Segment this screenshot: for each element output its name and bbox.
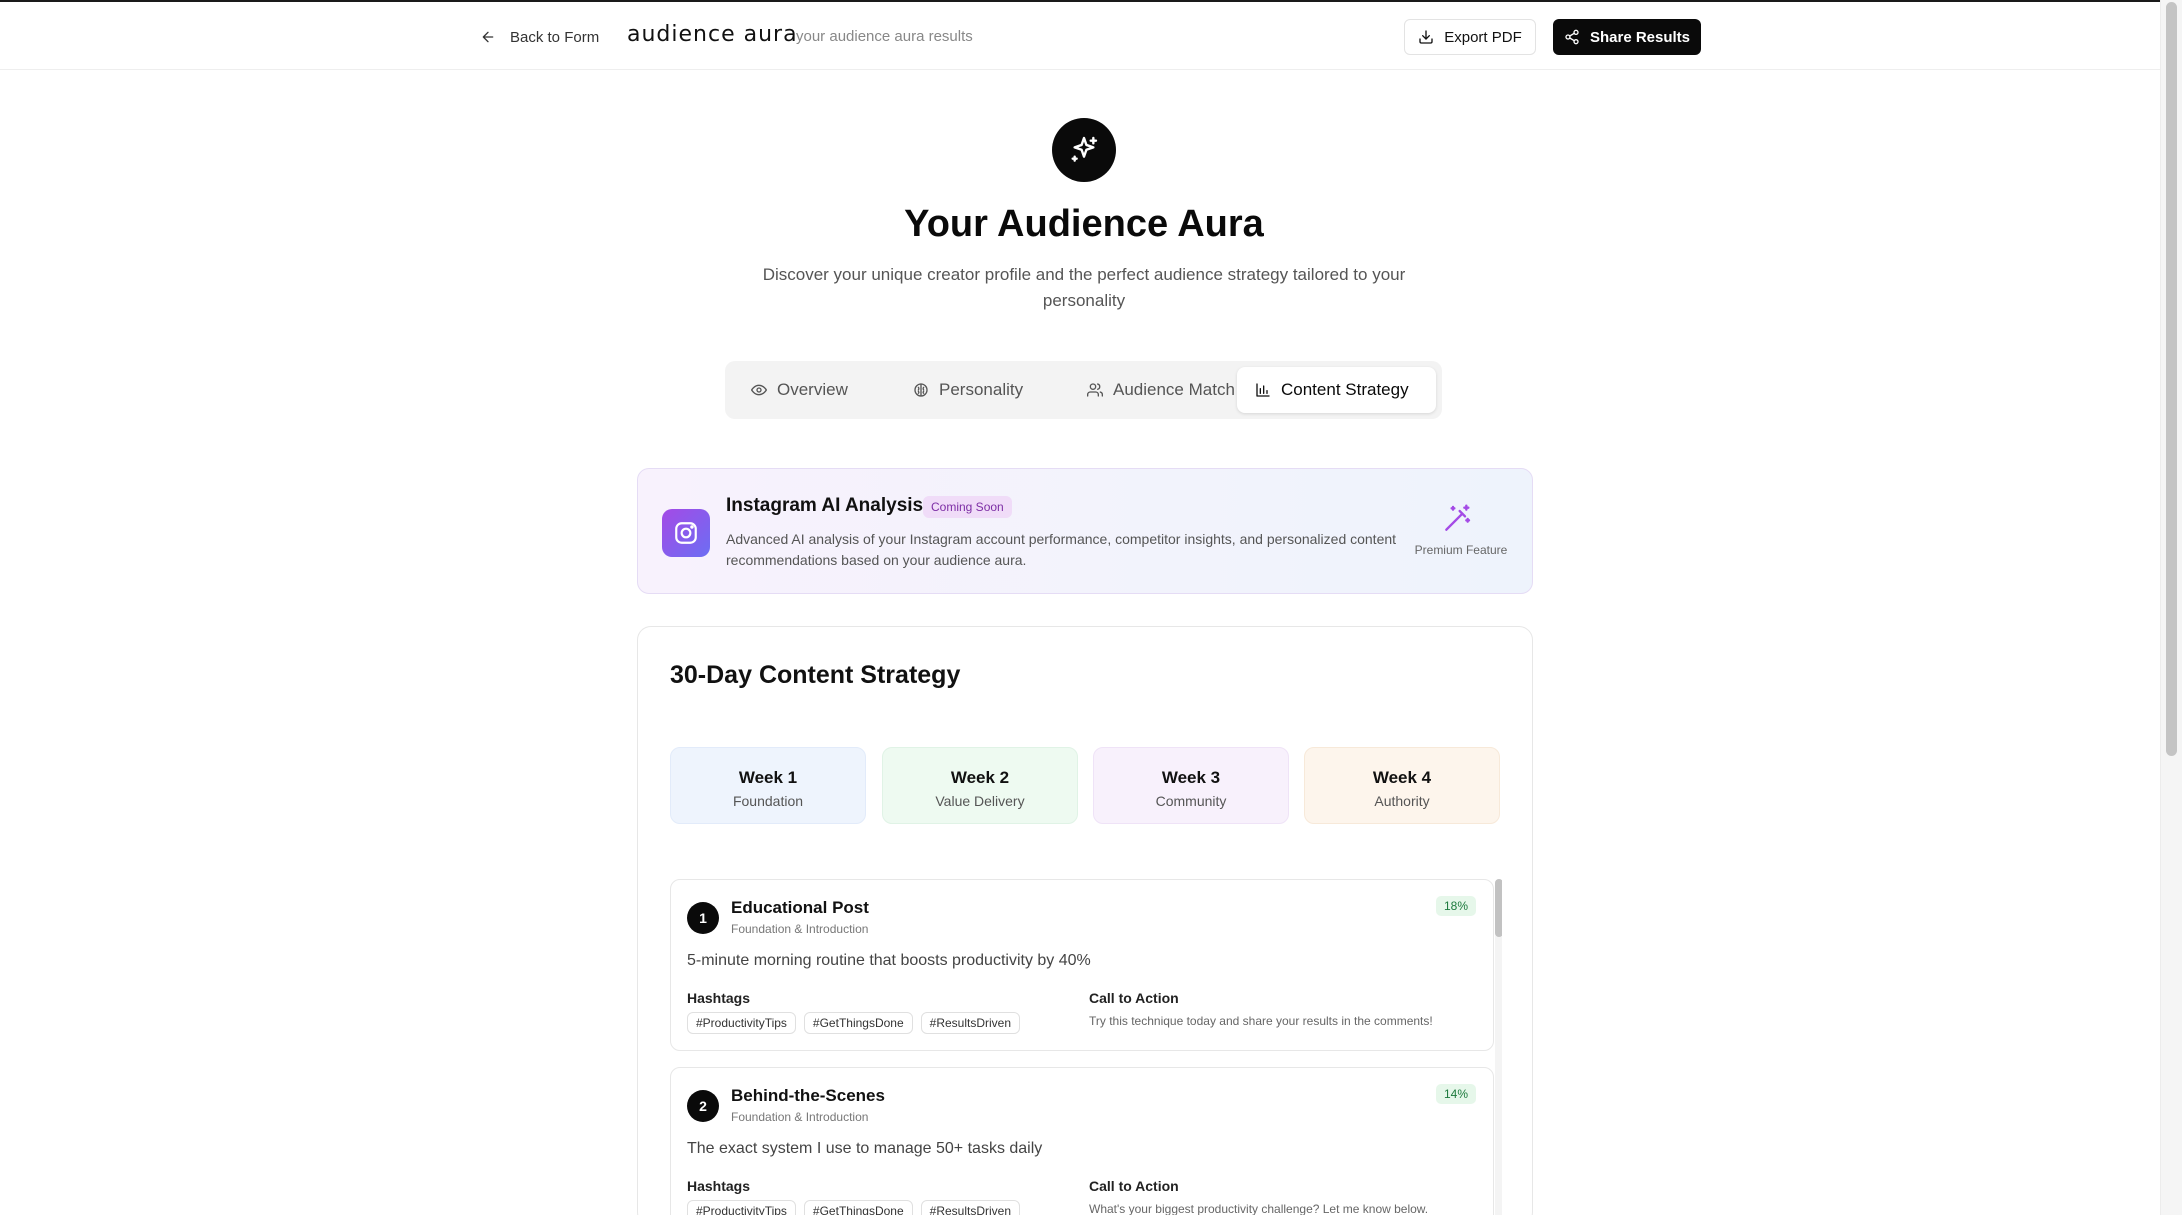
eye-icon (751, 384, 767, 396)
top-header: Back to Form audience aura your audience… (0, 2, 2160, 70)
instagram-card-title: Instagram AI Analysis (726, 495, 924, 516)
week-name: Week 3 (1161, 768, 1221, 787)
share-label: Share Results (1589, 28, 1691, 46)
week-theme: Foundation (732, 793, 804, 809)
post-list-scrollbar[interactable] (1495, 879, 1502, 1215)
cta-text: What's your biggest productivity challen… (1089, 1202, 1429, 1215)
post-phase: Foundation & Introduction (731, 922, 869, 936)
post-title: Educational Post (731, 898, 869, 917)
hashtag-chip[interactable]: #ResultsDriven (920, 1200, 1021, 1215)
post-title: Behind-the-Scenes (731, 1086, 885, 1105)
cta-text: Try this technique today and share your … (1089, 1014, 1433, 1028)
instagram-icon (675, 522, 697, 544)
week-2-card[interactable]: Week 2 Value Delivery (882, 747, 1078, 824)
download-icon (1419, 30, 1433, 44)
page-description: Discover your unique creator profile and… (762, 265, 1406, 310)
week-name: Week 1 (738, 768, 798, 787)
week-theme: Community (1155, 793, 1227, 809)
page-title: Your Audience Aura (904, 203, 1264, 245)
week-4-card[interactable]: Week 4 Authority (1304, 747, 1500, 824)
hashtag-chip[interactable]: #ProductivityTips (687, 1012, 796, 1034)
post-text: 5-minute morning routine that boosts pro… (687, 952, 1091, 969)
hashtag-chip[interactable]: #GetThingsDone (803, 1012, 913, 1034)
export-pdf-button[interactable]: Export PDF (1404, 19, 1536, 55)
sparkles-icon (1071, 136, 1098, 162)
hashtags-label: Hashtags (687, 990, 751, 1006)
week-1-card[interactable]: Week 1 Foundation (670, 747, 866, 824)
cta-label: Call to Action (1089, 1178, 1179, 1194)
coming-soon-badge: Coming Soon (923, 496, 1012, 518)
post-text: The exact system I use to manage 50+ tas… (687, 1140, 1043, 1157)
share-results-button[interactable]: Share Results (1553, 19, 1701, 55)
post-percent-badge: 18% (1436, 896, 1477, 916)
arrow-left-icon (482, 31, 494, 43)
post-percent-badge: 14% (1436, 1084, 1477, 1104)
export-label: Export PDF (1444, 28, 1522, 46)
hashtag-list: #ProductivityTips #GetThingsDone #Result… (687, 1012, 1021, 1034)
app-logo: audience aura (627, 22, 798, 47)
hashtags-label: Hashtags (687, 1178, 751, 1194)
tab-audience-match-label: Audience Match (1113, 380, 1235, 399)
week-name: Week 2 (950, 768, 1010, 787)
brain-icon (914, 383, 928, 397)
post-card: 1 Educational Post Foundation & Introduc… (670, 879, 1494, 1051)
magic-wand-icon (1445, 504, 1471, 531)
results-tabs: Overview Personality Audience Match Cont… (725, 361, 1442, 419)
instagram-logo (662, 509, 710, 557)
tab-content-strategy[interactable]: Content Strategy (1237, 367, 1436, 413)
week-theme: Authority (1374, 793, 1430, 809)
week-name: Week 4 (1372, 768, 1432, 787)
tab-personality[interactable]: Personality (895, 367, 1065, 413)
tab-overview-label: Overview (777, 380, 848, 399)
sparkles-badge (1052, 118, 1116, 182)
users-icon (1087, 383, 1103, 397)
hashtag-chip[interactable]: #GetThingsDone (803, 1200, 913, 1215)
tab-personality-label: Personality (939, 380, 1024, 399)
hashtag-chip[interactable]: #ResultsDriven (920, 1012, 1021, 1034)
back-label: Back to Form (510, 28, 600, 46)
tab-overview[interactable]: Overview (733, 367, 883, 413)
post-phase: Foundation & Introduction (731, 1110, 869, 1124)
back-to-form-link[interactable]: Back to Form (480, 24, 599, 50)
page-scrollbar-thumb[interactable] (2166, 2, 2177, 756)
week-theme: Value Delivery (935, 793, 1025, 809)
post-number: 2 (687, 1090, 719, 1122)
week-3-card[interactable]: Week 3 Community (1093, 747, 1289, 824)
page-scrollbar[interactable] (2160, 0, 2182, 1215)
cta-label: Call to Action (1089, 990, 1179, 1006)
content-strategy-card: 30-Day Content Strategy Week 1 Foundatio… (637, 626, 1533, 1215)
bar-chart-icon (1256, 383, 1270, 397)
premium-feature-label: Premium Feature (1414, 543, 1508, 557)
header-subtitle: your audience aura results (796, 28, 973, 45)
post-list: 1 Educational Post Foundation & Introduc… (670, 879, 1502, 1215)
share-icon (1565, 29, 1579, 45)
post-number: 1 (687, 902, 719, 934)
tab-content-strategy-label: Content Strategy (1281, 380, 1409, 399)
hashtag-list: #ProductivityTips #GetThingsDone #Result… (687, 1200, 1021, 1215)
instagram-analysis-card: Instagram AI Analysis Coming Soon Advanc… (637, 468, 1533, 594)
post-card: 2 Behind-the-Scenes Foundation & Introdu… (670, 1067, 1494, 1215)
instagram-card-description: Advanced AI analysis of your Instagram a… (726, 531, 1397, 568)
hashtag-chip[interactable]: #ProductivityTips (687, 1200, 796, 1215)
strategy-title: 30-Day Content Strategy (670, 661, 961, 689)
post-list-scrollbar-thumb[interactable] (1495, 879, 1502, 937)
